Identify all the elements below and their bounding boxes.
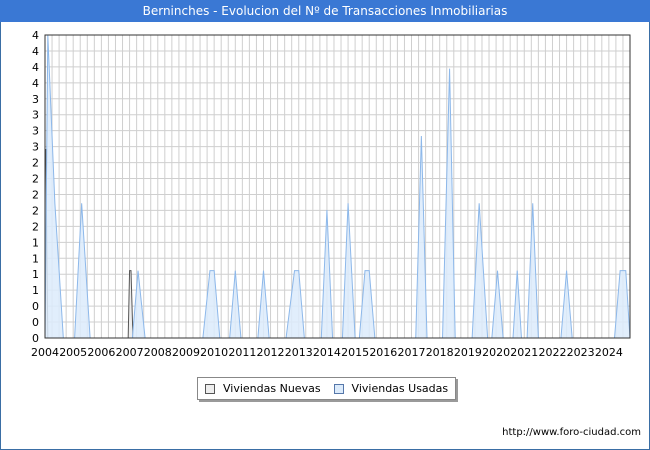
y-tick-label: 4: [32, 45, 39, 58]
x-tick-label: 2006: [87, 346, 115, 359]
x-tick-label: 2018: [426, 346, 454, 359]
y-tick-label: 3: [32, 125, 39, 138]
legend-swatch-nuevas: [205, 383, 215, 394]
y-tick-label: 4: [32, 61, 39, 74]
x-tick-label: 2017: [398, 346, 426, 359]
x-tick-label: 2020: [482, 346, 510, 359]
y-tick-label: 4: [32, 77, 39, 90]
x-tick-label: 2022: [538, 346, 566, 359]
y-tick-label: 2: [32, 173, 39, 186]
legend-swatch-usadas: [333, 383, 344, 394]
legend-item-usadas: Viviendas Usadas: [333, 382, 449, 395]
footer-url: http://www.foro-ciudad.com: [502, 427, 641, 438]
y-tick-label: 3: [32, 141, 39, 154]
x-tick-label: 2023: [567, 346, 595, 359]
y-tick-label: 3: [32, 109, 39, 122]
x-tick-label: 2015: [341, 346, 369, 359]
legend: Viviendas Nuevas Viviendas Usadas: [197, 377, 456, 400]
y-tick-label: 2: [32, 220, 39, 233]
grid-lines: [44, 34, 631, 339]
x-tick-label: 2010: [200, 346, 228, 359]
x-tick-label: 2012: [257, 346, 285, 359]
x-tick-label: 2013: [285, 346, 313, 359]
x-tick-labels: 2004 2005 2006 2007 2008 2009 2010 2011 2012 2013…: [31, 346, 623, 359]
plot-background: [45, 35, 630, 338]
x-tick-label: 2007: [116, 346, 144, 359]
x-tick-label: 2024: [595, 346, 623, 359]
y-tick-label: 2: [32, 188, 39, 201]
y-tick-label: 1: [32, 236, 39, 249]
y-tick-label: 0: [32, 300, 39, 313]
y-tick-label: 1: [32, 252, 39, 265]
y-tick-label: 0: [32, 316, 39, 329]
y-tick-label: 4: [32, 29, 39, 42]
y-tick-label: 2: [32, 204, 39, 217]
x-tick-label: 2014: [313, 346, 341, 359]
legend-label-nuevas: Viviendas Nuevas: [223, 382, 321, 395]
legend-label-usadas: Viviendas Usadas: [351, 382, 449, 395]
legend-item-nuevas: Viviendas Nuevas: [205, 382, 321, 395]
x-tick-label: 2004: [31, 346, 59, 359]
x-tick-label: 2016: [369, 346, 397, 359]
x-tick-label: 2019: [454, 346, 482, 359]
x-tick-label: 2011: [228, 346, 256, 359]
y-tick-label: 1: [32, 284, 39, 297]
y-tick-label: 3: [32, 93, 39, 106]
y-tick-label: 0: [32, 332, 39, 345]
y-tick-labels: 0 0 0 1 1 1 1 2 2 2 2 2 3 3 3 3 4 4 4 4: [32, 29, 39, 345]
y-tick-label: 2: [32, 157, 39, 170]
x-tick-label: 2021: [510, 346, 538, 359]
y-tick-label: 1: [32, 268, 39, 281]
x-tick-label: 2008: [144, 346, 172, 359]
x-tick-label: 2009: [172, 346, 200, 359]
x-tick-label: 2005: [59, 346, 87, 359]
